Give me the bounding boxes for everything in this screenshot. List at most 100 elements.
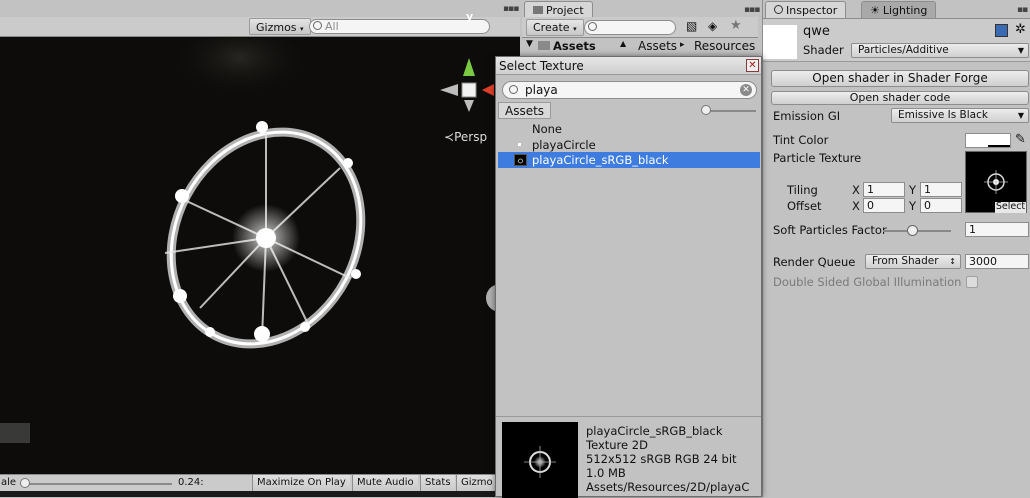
scene-canvas[interactable]	[0, 38, 520, 475]
game-view-strip	[0, 491, 495, 497]
scale-value: 0.24:	[178, 477, 204, 488]
shader-value: Particles/Additive	[858, 44, 949, 56]
texture-preview-area: playaCircle_sRGB_black Texture 2D 512x51…	[496, 419, 761, 498]
texture-search-input[interactable]: playa ✕	[502, 81, 757, 99]
texture-thumbnail-icon	[518, 143, 521, 146]
gizmos-button[interactable]: Gizmos ▾	[249, 18, 311, 35]
axis-y-label: y	[466, 10, 474, 23]
open-shader-code-button[interactable]: Open shader code	[771, 91, 1029, 105]
scene-view[interactable]: ▪▪▪ Gizmos ▾ All y ≺Persp ale 0.24: Maxi…	[0, 0, 520, 497]
texture-info-size: 1.0 MB	[586, 466, 626, 480]
texture-item-none[interactable]: None	[498, 121, 760, 137]
offset-x-label: X	[852, 199, 860, 213]
material-header: qwe ✲ Shader Particles/Additive ▼	[763, 18, 1030, 62]
create-dropdown-icon: ▾	[573, 25, 577, 33]
texture-search-value: playa	[525, 83, 558, 97]
tab-inspector[interactable]: Inspector	[765, 1, 847, 18]
open-shader-forge-button[interactable]: Open shader in Shader Forge	[771, 70, 1029, 87]
scene-menu-icon[interactable]: ▪▪▪	[503, 4, 519, 14]
chevron-down-icon: ▼	[1017, 46, 1024, 55]
offset-x-field[interactable]: 0	[863, 198, 905, 213]
chevron-down-icon: ▼	[1017, 111, 1024, 120]
project-toolbar: Create ▾ ▧ ◈ ★	[522, 17, 758, 38]
expand-arrow-icon[interactable]: ▼	[526, 39, 533, 49]
dialog-title-bar[interactable]: Select Texture ✕	[496, 57, 761, 75]
texture-info-format: 512x512 sRGB RGB 24 bit	[586, 452, 737, 466]
tab-project[interactable]: Project	[524, 1, 593, 18]
tab-assets[interactable]: Assets	[498, 102, 552, 119]
clear-search-icon[interactable]: ✕	[740, 84, 752, 96]
breadcrumb-assets[interactable]: Assets	[638, 39, 677, 53]
filter-label-icon[interactable]: ◈	[708, 19, 717, 33]
tiling-y-label: Y	[909, 183, 917, 197]
thumbnail-size-slider-thumb[interactable]	[701, 105, 711, 115]
material-preview-swatch	[763, 25, 797, 59]
inspector-panel: Inspector ☀ Lighting ▪▪ qwe ✲ Shader Part…	[762, 0, 1030, 497]
create-button[interactable]: Create ▾	[526, 19, 584, 36]
render-queue-dropdown[interactable]: From Shader ↕	[865, 254, 961, 269]
texture-item-label: playaCircle	[532, 138, 596, 152]
texture-item-label: playaCircle_sRGB_black	[532, 153, 669, 167]
texture-select-button[interactable]: Select	[995, 202, 1026, 213]
stats-button[interactable]: Stats	[420, 475, 455, 492]
filter-type-icon[interactable]: ▧	[686, 19, 697, 33]
shader-dropdown[interactable]: Particles/Additive ▼	[851, 43, 1029, 58]
render-queue-mode: From Shader	[872, 255, 939, 267]
texture-info-name: playaCircle_sRGB_black	[586, 424, 723, 438]
emission-gi-dropdown[interactable]: Emissive Is Black ▼	[891, 108, 1029, 123]
inspector-menu-icon[interactable]: ▪▪	[1017, 5, 1028, 15]
tab-lighting-label: Lighting	[882, 4, 928, 17]
double-sided-gi-label: Double Sided Global Illumination	[773, 275, 962, 289]
project-search-input[interactable]	[584, 20, 676, 35]
select-texture-dialog: Select Texture ✕ playa ✕ Assets None pla…	[495, 56, 762, 498]
breadcrumb-resources[interactable]: Resources	[694, 39, 755, 53]
texture-item-playacircle[interactable]: playaCircle	[498, 137, 760, 153]
project-path-bar: ▼ Assets ▲ Assets ▸ Resources	[522, 38, 758, 54]
soft-particles-field[interactable]: 1	[965, 222, 1029, 237]
gear-icon[interactable]: ✲	[1015, 22, 1026, 37]
search-icon	[509, 85, 518, 94]
persp-label[interactable]: ≺Persp	[444, 130, 487, 144]
favorites-star-icon[interactable]: ★	[730, 18, 742, 33]
scene-search-input[interactable]: All	[309, 19, 490, 34]
tint-color-swatch[interactable]	[965, 133, 1011, 148]
search-icon	[588, 22, 597, 31]
offset-label: Offset	[787, 199, 822, 213]
assets-folder-label[interactable]: Assets	[538, 39, 596, 53]
folder-icon	[533, 6, 543, 14]
soft-particles-label: Soft Particles Factor	[773, 223, 887, 237]
scale-slider-thumb[interactable]	[20, 478, 30, 488]
dialog-title: Select Texture	[499, 59, 584, 73]
mute-audio-button[interactable]: Mute Audio	[352, 475, 418, 492]
tiling-x-field[interactable]: 1	[863, 182, 905, 197]
help-book-icon[interactable]	[995, 24, 1008, 37]
eyedropper-icon[interactable]: ✎	[1015, 132, 1026, 147]
lighting-icon: ☀	[870, 4, 880, 17]
project-menu-icon[interactable]: ▪▪▪	[744, 5, 760, 15]
soft-particles-slider-thumb[interactable]	[907, 225, 918, 236]
project-panel: Project ▪▪▪ Create ▾ ▧ ◈ ★ ▼ Assets ▲ As…	[522, 0, 760, 57]
breadcrumb-separator-icon: ▸	[680, 40, 685, 50]
scale-slider[interactable]	[22, 483, 172, 485]
chevron-updown-icon: ↕	[949, 257, 956, 266]
scroll-up-icon[interactable]: ▲	[620, 39, 626, 48]
tab-lighting[interactable]: ☀ Lighting	[861, 1, 937, 18]
tiling-y-field[interactable]: 1	[920, 182, 962, 197]
render-queue-field[interactable]: 3000	[965, 254, 1029, 269]
tab-project-label: Project	[546, 4, 584, 17]
create-label: Create	[533, 21, 570, 34]
texture-item-playacircle-srgb-black[interactable]: playaCircle_sRGB_black	[498, 152, 760, 168]
offset-y-field[interactable]: 0	[920, 198, 962, 213]
gizmos-dropdown-icon: ▾	[300, 25, 304, 33]
thumbnail-size-slider[interactable]	[704, 110, 756, 112]
texture-info-type: Texture 2D	[586, 438, 648, 452]
close-icon[interactable]: ✕	[746, 59, 759, 72]
maximize-on-play-button[interactable]: Maximize On Play	[252, 475, 350, 492]
double-sided-gi-checkbox[interactable]	[966, 276, 978, 288]
tiling-label: Tiling	[787, 183, 818, 197]
particle-texture-slot[interactable]: Select	[965, 151, 1027, 213]
game-gizmos-button[interactable]: Gizmo	[456, 475, 497, 492]
texture-preview-image	[502, 422, 578, 498]
scale-label: ale	[1, 477, 17, 488]
render-queue-label: Render Queue	[773, 255, 856, 269]
